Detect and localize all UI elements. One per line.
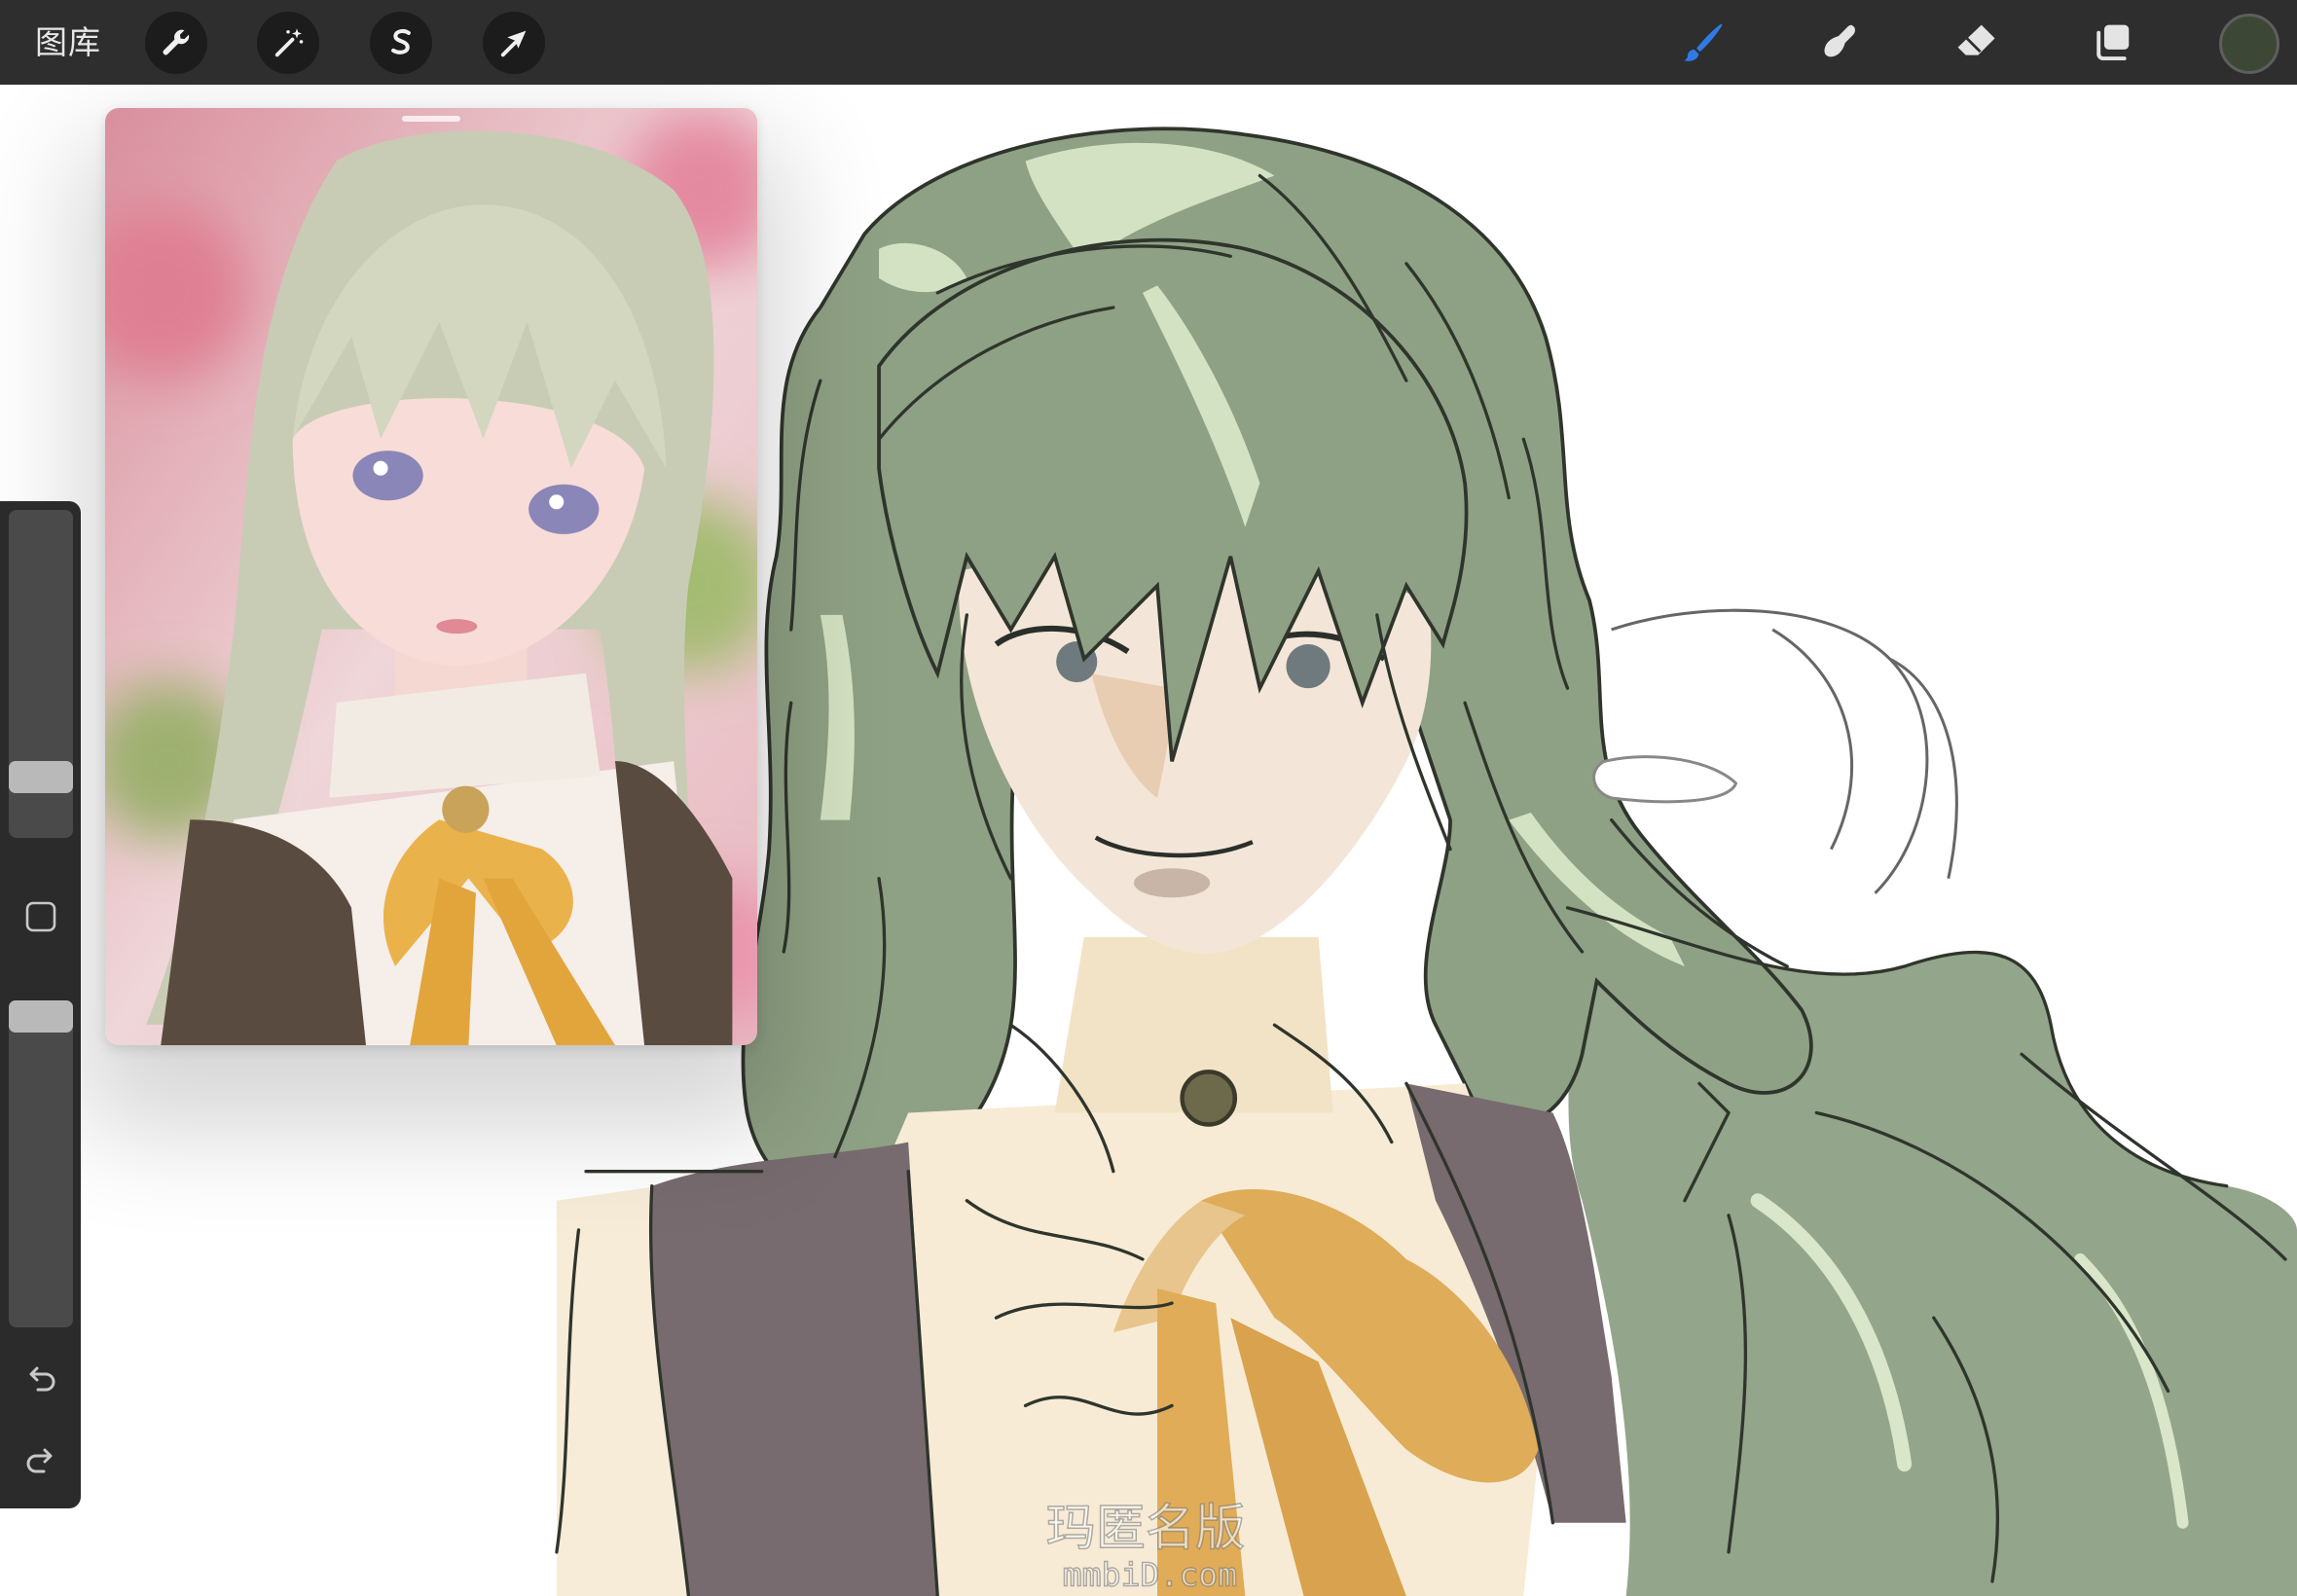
watermark-line-1: 玛匿名版 [1046,1500,1246,1557]
selection-icon [391,28,411,54]
undo-button[interactable] [20,1358,61,1398]
modify-button[interactable] [20,896,61,937]
redo-button[interactable] [20,1439,61,1480]
gallery-button[interactable]: 图库 [35,0,101,85]
layers-button[interactable] [2083,14,2141,72]
modify-square-icon [25,901,56,932]
brush-sidebar [0,501,81,1508]
top-toolbar: 图库 [0,0,2297,85]
layers-icon [2096,24,2130,61]
color-picker-button[interactable] [2219,14,2279,74]
opacity-thumb[interactable] [9,1000,73,1033]
eraser-button[interactable] [1947,14,2005,72]
reference-image [105,108,757,1045]
watermark-line-2: mmbiD.com [1063,1555,1237,1593]
reference-window[interactable] [105,108,757,1045]
transform-button[interactable] [483,12,545,74]
window-grabber[interactable] [402,116,460,122]
watermark: 玛匿名版 mmbiD.com [1045,1500,1246,1595]
smudge-icon [1824,24,1855,57]
redo-icon [26,1448,53,1473]
opacity-slider[interactable] [9,1000,73,1327]
smudge-button[interactable] [1810,14,1869,72]
eraser-icon [1957,24,1995,55]
magic-wand-icon [274,28,304,57]
selection-button[interactable] [370,12,432,74]
brush-size-slider[interactable] [9,510,73,838]
brush-button[interactable] [1674,14,1732,72]
undo-icon [29,1366,55,1392]
brush-icon [1684,23,1723,61]
adjustments-button[interactable] [257,12,319,74]
wrench-icon [163,29,190,55]
brush-size-thumb[interactable] [9,761,73,794]
actions-button[interactable] [145,12,207,74]
transform-arrow-icon [500,30,527,57]
